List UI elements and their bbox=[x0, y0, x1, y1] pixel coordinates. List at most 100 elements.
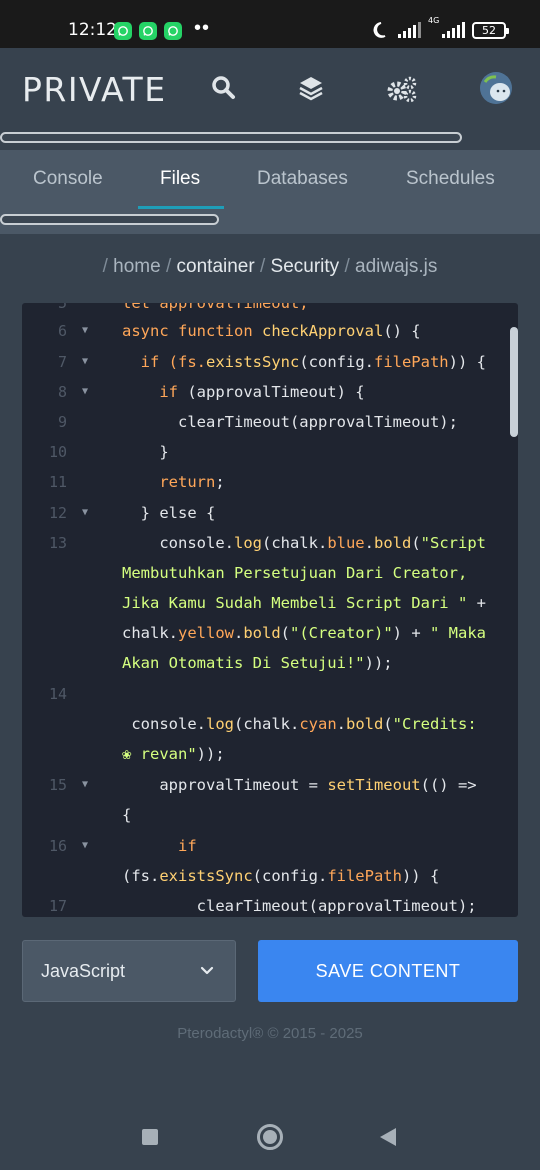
code-line: clearTimeout(approvalTimeout); bbox=[122, 413, 458, 431]
code-token: (approvalTimeout) { bbox=[178, 383, 365, 401]
code-token: bold bbox=[346, 715, 384, 733]
battery-icon: 52 bbox=[472, 21, 509, 39]
breadcrumb: / home / container / Security / adiwajs.… bbox=[0, 256, 540, 278]
fold-toggle-icon[interactable]: ▼ bbox=[82, 770, 88, 800]
moon-icon bbox=[373, 22, 386, 38]
code-line: (fs.existsSync(config.filePath)) { bbox=[122, 861, 518, 891]
code-token: "Script bbox=[420, 534, 486, 552]
fold-toggle-icon[interactable]: ▼ bbox=[82, 377, 88, 407]
code-token: chalk. bbox=[122, 624, 178, 642]
battery-level: 52 bbox=[482, 23, 496, 37]
tab-bar: Console Files Databases Schedules bbox=[0, 150, 540, 234]
code-line: Akan Otomatis Di Setujui!")); bbox=[122, 648, 518, 678]
code-token: " Maka bbox=[430, 624, 486, 642]
code-token: if bbox=[122, 837, 197, 855]
header-scrollbar[interactable] bbox=[0, 132, 462, 143]
code-editor[interactable]: 5 6 7 8 9 10 11 12 13 14 15 16 17 ▼ ▼ ▼ … bbox=[22, 303, 518, 917]
language-select-value: JavaScript bbox=[41, 961, 126, 981]
tabs-scrollbar[interactable] bbox=[0, 214, 219, 225]
layers-icon[interactable] bbox=[297, 74, 327, 104]
code-token: (chalk. bbox=[234, 715, 300, 733]
line-number: 7 bbox=[57, 353, 67, 371]
back-button[interactable] bbox=[380, 1128, 396, 1146]
tab-files[interactable]: Files bbox=[160, 168, 200, 190]
code-token: cyan bbox=[299, 715, 337, 733]
fold-toggle-icon[interactable]: ▼ bbox=[82, 347, 88, 377]
code-token: bold bbox=[243, 624, 281, 642]
code-line: Membutuhkan Persetujuan Dari Creator, bbox=[122, 558, 518, 588]
tab-databases[interactable]: Databases bbox=[257, 168, 348, 190]
line-number: 8 bbox=[57, 383, 67, 401]
code-line: if (approvalTimeout) { bbox=[122, 377, 518, 407]
code-token: ; bbox=[215, 473, 225, 491]
breadcrumb-separator: / bbox=[259, 256, 266, 277]
code-token: Jika Kamu Sudah Membeli Script Dari " bbox=[122, 594, 468, 612]
breadcrumb-separator: / bbox=[344, 256, 350, 277]
code-token: log bbox=[233, 534, 262, 552]
language-select[interactable]: JavaScript bbox=[22, 940, 236, 1002]
gears-icon[interactable] bbox=[386, 74, 417, 104]
code-token: ( bbox=[280, 624, 291, 642]
fold-toggle-icon[interactable]: ▼ bbox=[82, 316, 88, 346]
code-token: )) { bbox=[448, 353, 486, 371]
search-icon[interactable] bbox=[210, 74, 240, 104]
whatsapp-icon bbox=[139, 22, 157, 40]
avatar[interactable] bbox=[480, 72, 512, 104]
code-token: if bbox=[122, 383, 178, 401]
whatsapp-icon bbox=[164, 22, 182, 40]
network-label: 4G bbox=[428, 16, 440, 25]
code-token: )); bbox=[364, 654, 393, 672]
home-button[interactable] bbox=[257, 1124, 283, 1150]
code-token: )) { bbox=[401, 867, 440, 885]
code-token: Membutuhkan Persetujuan Dari Creator, bbox=[122, 564, 468, 582]
save-content-button[interactable]: SAVE CONTENT bbox=[258, 940, 518, 1002]
code-token: setTimeout bbox=[327, 776, 421, 794]
fold-toggle-icon[interactable]: ▼ bbox=[82, 831, 88, 861]
code-token: (config. bbox=[299, 353, 374, 371]
code-token: "(Creator)" bbox=[290, 624, 393, 642]
code-line: ❀ revan")); bbox=[122, 739, 518, 769]
code-token: ) + bbox=[392, 624, 430, 642]
code-token: if (fs. bbox=[122, 353, 206, 371]
network-signal-icon: 4G bbox=[428, 16, 465, 38]
code-token: existsSync bbox=[206, 353, 300, 371]
code-token: (chalk. bbox=[261, 534, 328, 552]
code-token: existsSync bbox=[159, 867, 253, 885]
fold-toggle-icon[interactable]: ▼ bbox=[82, 498, 88, 528]
code-token: ( bbox=[383, 715, 393, 733]
code-token: + bbox=[467, 594, 486, 612]
code-line: async function checkApproval() { bbox=[122, 316, 518, 346]
app-header: PRIVATE bbox=[0, 48, 540, 150]
line-number: 17 bbox=[48, 897, 67, 915]
tab-console[interactable]: Console bbox=[33, 168, 103, 190]
code-token: )); bbox=[196, 745, 225, 763]
breadcrumb-security[interactable]: Security bbox=[271, 256, 340, 277]
whatsapp-icon bbox=[114, 22, 132, 40]
line-number: 11 bbox=[48, 473, 67, 491]
code-line: clearTimeout(approvalTimeout); bbox=[122, 897, 477, 915]
code-token: filePath bbox=[327, 867, 402, 885]
breadcrumb-separator: / bbox=[165, 256, 172, 277]
code-token: (config. bbox=[252, 867, 328, 885]
code-token: console. bbox=[122, 534, 234, 552]
line-number: 6 bbox=[57, 322, 67, 340]
code-token: yellow bbox=[178, 624, 234, 642]
code-line: if (fs.existsSync(config.filePath)) { bbox=[122, 347, 518, 377]
active-tab-indicator bbox=[138, 206, 224, 209]
signal-icon bbox=[398, 22, 421, 38]
tab-schedules[interactable]: Schedules bbox=[406, 168, 495, 190]
code-line: console.log(chalk.blue.bold("Script bbox=[122, 528, 518, 558]
breadcrumb-home[interactable]: home bbox=[113, 256, 161, 277]
editor-scrollbar[interactable] bbox=[510, 327, 518, 437]
code-token: () { bbox=[383, 322, 421, 340]
recent-apps-button[interactable] bbox=[142, 1129, 158, 1145]
code-token: "Credits: bbox=[392, 715, 477, 733]
breadcrumb-container[interactable]: container bbox=[177, 256, 255, 277]
code-token: Akan Otomatis Di Setujui!" bbox=[122, 654, 365, 672]
code-line: return; bbox=[122, 467, 518, 497]
code-token: log bbox=[206, 715, 234, 733]
code-token: ❀ revan" bbox=[122, 745, 197, 763]
chevron-down-icon bbox=[200, 966, 214, 975]
brand-title: PRIVATE bbox=[22, 70, 167, 109]
code-line: approvalTimeout = setTimeout(() => bbox=[122, 770, 518, 800]
